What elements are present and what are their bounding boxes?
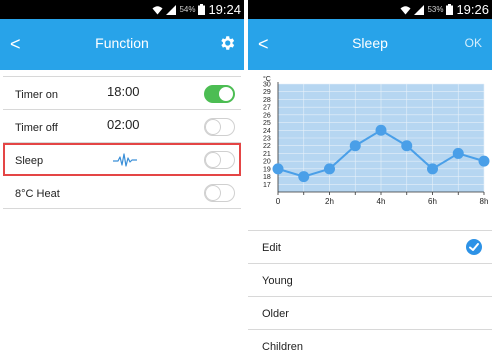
sleep-wave-icon [113, 153, 137, 167]
function-screen: 54% 19:24 < Function Timer on 18:00 Time… [0, 0, 244, 362]
function-list: Timer on 18:00 Timer off 02:00 Sleep 8°C… [3, 76, 241, 209]
app-bar: < Sleep OK [248, 19, 492, 70]
data-point [478, 155, 490, 167]
y-tick-label: 30 [263, 82, 271, 89]
battery-icon [198, 4, 206, 15]
status-bar: 53% 19:26 [248, 0, 492, 19]
data-point [349, 140, 361, 152]
y-tick-label: 20 [263, 159, 271, 166]
x-tick-label: 0 [276, 197, 281, 206]
y-tick-label: 18 [263, 174, 271, 181]
data-point [452, 147, 464, 159]
heat-8c-row[interactable]: 8°C Heat [3, 176, 241, 209]
y-tick-label: 21 [263, 151, 271, 158]
x-tick-label: 2h [325, 197, 334, 206]
y-tick-label: 26 [263, 112, 271, 119]
sleep-label: Sleep [15, 155, 44, 167]
wifi-icon [152, 5, 163, 14]
y-tick-label: 29 [263, 89, 271, 96]
battery-percent: 54% [179, 5, 196, 14]
timer-off-label: Timer off [15, 122, 58, 134]
mode-label: Children [262, 341, 303, 353]
status-bar: 54% 19:24 [0, 0, 244, 19]
toggle-knob [218, 86, 234, 102]
mode-older[interactable]: Older [248, 297, 492, 330]
ok-button[interactable]: OK [465, 36, 482, 50]
sleep-toggle[interactable] [204, 151, 235, 169]
app-bar: < Function [0, 19, 244, 70]
page-title: Sleep [352, 35, 388, 51]
data-point [298, 171, 310, 183]
y-tick-label: 25 [263, 120, 271, 127]
data-point [324, 163, 335, 175]
timer-off-time[interactable]: 02:00 [107, 117, 140, 132]
clock: 19:26 [456, 2, 489, 17]
heat-8c-label: 8°C Heat [15, 188, 60, 200]
page-title: Function [95, 35, 149, 51]
mode-young[interactable]: Young [248, 264, 492, 297]
battery-percent: 53% [427, 5, 444, 14]
sleep-row[interactable]: Sleep [3, 143, 241, 176]
y-tick-label: 19 [263, 166, 271, 173]
sleep-temperature-chart[interactable]: °C17181920212223242526272829300 2h 4h 6h 8h [248, 70, 492, 220]
mode-label: Edit [262, 242, 281, 254]
sleep-mode-list: Edit Young Older Children [248, 230, 492, 362]
timer-off-row[interactable]: Timer off 02:00 [3, 110, 241, 143]
timer-on-toggle[interactable] [204, 85, 235, 103]
mode-label: Young [262, 275, 293, 287]
y-tick-label: 27 [263, 105, 271, 112]
y-tick-label: 22 [263, 143, 271, 150]
y-tick-label: 24 [263, 128, 271, 135]
mode-label: Older [262, 308, 289, 320]
data-point [272, 163, 284, 175]
timer-on-time[interactable]: 18:00 [107, 84, 140, 99]
data-point [375, 124, 387, 136]
toggle-knob [205, 185, 221, 201]
toggle-knob [205, 119, 221, 135]
mode-children[interactable]: Children [248, 330, 492, 362]
y-tick-label: 23 [263, 136, 271, 143]
sleep-screen: 53% 19:26 < Sleep OK °C 17 18 19 20 21 22 23 24 2… [248, 0, 492, 362]
clock: 19:24 [208, 2, 241, 17]
signal-icon [166, 4, 177, 15]
data-point [427, 163, 438, 175]
checkmark-icon [466, 239, 482, 255]
y-tick-label: 28 [263, 97, 271, 104]
x-tick-label: 8h [480, 197, 489, 206]
mode-edit[interactable]: Edit [248, 231, 492, 264]
x-tick-label: 4h [377, 197, 386, 206]
x-tick-label: 6h [428, 197, 437, 206]
gear-icon[interactable] [218, 34, 236, 52]
y-tick-label: 17 [263, 182, 271, 189]
heat-8c-toggle[interactable] [204, 184, 235, 202]
timer-off-toggle[interactable] [204, 118, 235, 136]
timer-on-label: Timer on [15, 89, 58, 101]
timer-on-row[interactable]: Timer on 18:00 [3, 77, 241, 110]
wifi-icon [400, 5, 411, 14]
toggle-knob [205, 152, 221, 168]
battery-icon [446, 4, 454, 15]
signal-icon [414, 4, 425, 15]
data-point [401, 140, 413, 152]
